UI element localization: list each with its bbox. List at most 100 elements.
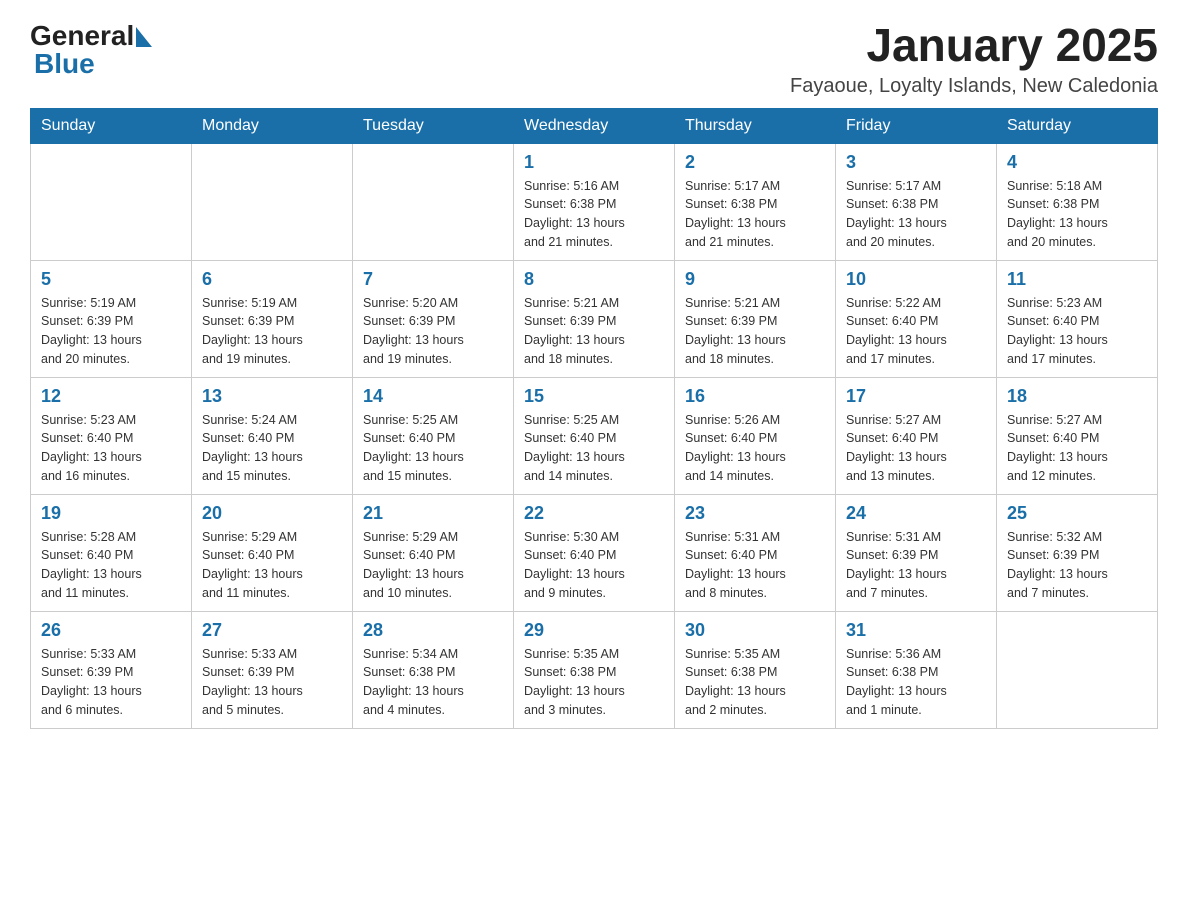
calendar-cell: 31 Sunrise: 5:36 AM Sunset: 6:38 PM Dayli… — [836, 611, 997, 728]
calendar-cell: 1 Sunrise: 5:16 AM Sunset: 6:38 PM Daylig… — [514, 143, 675, 260]
calendar-week-row: 12Sunrise: 5:23 AM Sunset: 6:40 PM Dayli… — [31, 377, 1158, 494]
calendar-cell: 8 Sunrise: 5:21 AM Sunset: 6:39 PM Daylig… — [514, 260, 675, 377]
day-info-text: Sunrise: 5:17 AM Sunset: 6:38 PM Dayligh… — [685, 177, 825, 252]
day-info-text: Sunrise: 5:31 AM Sunset: 6:40 PM Dayligh… — [685, 528, 825, 603]
logo: General Blue — [30, 20, 152, 80]
day-header-thursday: Thursday — [675, 108, 836, 143]
calendar-cell: 6Sunrise: 5:19 AM Sunset: 6:39 PM Daylig… — [192, 260, 353, 377]
calendar-table: SundayMondayTuesdayWednesdayThursdayFrid… — [30, 108, 1158, 729]
day-header-monday: Monday — [192, 108, 353, 143]
calendar-cell: 28Sunrise: 5:34 AM Sunset: 6:38 PM Dayli… — [353, 611, 514, 728]
day-header-wednesday: Wednesday — [514, 108, 675, 143]
day-header-tuesday: Tuesday — [353, 108, 514, 143]
day-number: 14 — [363, 386, 503, 407]
calendar-cell: 13Sunrise: 5:24 AM Sunset: 6:40 PM Dayli… — [192, 377, 353, 494]
month-year-title: January 2025 — [790, 20, 1158, 71]
title-block: January 2025 Fayaoue, Loyalty Islands, N… — [790, 20, 1158, 98]
calendar-cell: 21 Sunrise: 5:29 AM Sunset: 6:40 PM Dayli… — [353, 494, 514, 611]
calendar-week-row: 19 Sunrise: 5:28 AM Sunset: 6:40 PM Dayli… — [31, 494, 1158, 611]
location-subtitle: Fayaoue, Loyalty Islands, New Caledonia — [790, 75, 1158, 98]
day-number: 8 — [524, 269, 664, 290]
day-number: 29 — [524, 620, 664, 641]
calendar-cell: 30 Sunrise: 5:35 AM Sunset: 6:38 PM Dayli… — [675, 611, 836, 728]
calendar-cell: 4Sunrise: 5:18 AM Sunset: 6:38 PM Daylig… — [997, 143, 1158, 260]
day-number: 27 — [202, 620, 342, 641]
day-info-text: Sunrise: 5:27 AM Sunset: 6:40 PM Dayligh… — [1007, 411, 1147, 486]
day-info-text: Sunrise: 5:21 AM Sunset: 6:39 PM Dayligh… — [524, 294, 664, 369]
calendar-cell — [353, 143, 514, 260]
day-number: 10 — [846, 269, 986, 290]
day-number: 23 — [685, 503, 825, 524]
calendar-cell: 20 Sunrise: 5:29 AM Sunset: 6:40 PM Dayli… — [192, 494, 353, 611]
calendar-cell: 9 Sunrise: 5:21 AM Sunset: 6:39 PM Daylig… — [675, 260, 836, 377]
calendar-cell: 26 Sunrise: 5:33 AM Sunset: 6:39 PM Dayli… — [31, 611, 192, 728]
day-number: 17 — [846, 386, 986, 407]
day-info-text: Sunrise: 5:35 AM Sunset: 6:38 PM Dayligh… — [685, 645, 825, 720]
day-header-saturday: Saturday — [997, 108, 1158, 143]
day-number: 1 — [524, 152, 664, 173]
day-info-text: Sunrise: 5:26 AM Sunset: 6:40 PM Dayligh… — [685, 411, 825, 486]
calendar-cell: 17 Sunrise: 5:27 AM Sunset: 6:40 PM Dayli… — [836, 377, 997, 494]
calendar-cell: 7Sunrise: 5:20 AM Sunset: 6:39 PM Daylig… — [353, 260, 514, 377]
day-number: 4 — [1007, 152, 1147, 173]
calendar-cell: 11Sunrise: 5:23 AM Sunset: 6:40 PM Dayli… — [997, 260, 1158, 377]
logo-triangle-icon — [136, 27, 152, 47]
day-number: 9 — [685, 269, 825, 290]
calendar-cell: 25 Sunrise: 5:32 AM Sunset: 6:39 PM Dayli… — [997, 494, 1158, 611]
calendar-cell: 23 Sunrise: 5:31 AM Sunset: 6:40 PM Dayli… — [675, 494, 836, 611]
day-number: 31 — [846, 620, 986, 641]
day-number: 11 — [1007, 269, 1147, 290]
day-info-text: Sunrise: 5:29 AM Sunset: 6:40 PM Dayligh… — [202, 528, 342, 603]
day-info-text: Sunrise: 5:17 AM Sunset: 6:38 PM Dayligh… — [846, 177, 986, 252]
day-number: 21 — [363, 503, 503, 524]
day-number: 18 — [1007, 386, 1147, 407]
day-info-text: Sunrise: 5:35 AM Sunset: 6:38 PM Dayligh… — [524, 645, 664, 720]
calendar-header-row: SundayMondayTuesdayWednesdayThursdayFrid… — [31, 108, 1158, 143]
day-info-text: Sunrise: 5:36 AM Sunset: 6:38 PM Dayligh… — [846, 645, 986, 720]
day-number: 22 — [524, 503, 664, 524]
calendar-cell: 2 Sunrise: 5:17 AM Sunset: 6:38 PM Daylig… — [675, 143, 836, 260]
day-number: 12 — [41, 386, 181, 407]
calendar-cell: 29 Sunrise: 5:35 AM Sunset: 6:38 PM Dayli… — [514, 611, 675, 728]
day-number: 19 — [41, 503, 181, 524]
calendar-cell: 14Sunrise: 5:25 AM Sunset: 6:40 PM Dayli… — [353, 377, 514, 494]
calendar-cell: 18 Sunrise: 5:27 AM Sunset: 6:40 PM Dayli… — [997, 377, 1158, 494]
calendar-cell: 22 Sunrise: 5:30 AM Sunset: 6:40 PM Dayli… — [514, 494, 675, 611]
day-info-text: Sunrise: 5:27 AM Sunset: 6:40 PM Dayligh… — [846, 411, 986, 486]
day-info-text: Sunrise: 5:21 AM Sunset: 6:39 PM Dayligh… — [685, 294, 825, 369]
calendar-cell: 5Sunrise: 5:19 AM Sunset: 6:39 PM Daylig… — [31, 260, 192, 377]
page-header: General Blue January 2025 Fayaoue, Loyal… — [30, 20, 1158, 98]
day-info-text: Sunrise: 5:25 AM Sunset: 6:40 PM Dayligh… — [524, 411, 664, 486]
day-info-text: Sunrise: 5:33 AM Sunset: 6:39 PM Dayligh… — [41, 645, 181, 720]
calendar-cell — [192, 143, 353, 260]
day-number: 16 — [685, 386, 825, 407]
day-info-text: Sunrise: 5:33 AM Sunset: 6:39 PM Dayligh… — [202, 645, 342, 720]
day-number: 24 — [846, 503, 986, 524]
day-number: 3 — [846, 152, 986, 173]
calendar-cell — [997, 611, 1158, 728]
calendar-cell: 24Sunrise: 5:31 AM Sunset: 6:39 PM Dayli… — [836, 494, 997, 611]
calendar-cell: 16 Sunrise: 5:26 AM Sunset: 6:40 PM Dayli… — [675, 377, 836, 494]
day-info-text: Sunrise: 5:32 AM Sunset: 6:39 PM Dayligh… — [1007, 528, 1147, 603]
day-number: 13 — [202, 386, 342, 407]
day-info-text: Sunrise: 5:28 AM Sunset: 6:40 PM Dayligh… — [41, 528, 181, 603]
day-number: 2 — [685, 152, 825, 173]
calendar-week-row: 5Sunrise: 5:19 AM Sunset: 6:39 PM Daylig… — [31, 260, 1158, 377]
day-info-text: Sunrise: 5:29 AM Sunset: 6:40 PM Dayligh… — [363, 528, 503, 603]
day-info-text: Sunrise: 5:16 AM Sunset: 6:38 PM Dayligh… — [524, 177, 664, 252]
day-info-text: Sunrise: 5:30 AM Sunset: 6:40 PM Dayligh… — [524, 528, 664, 603]
day-header-friday: Friday — [836, 108, 997, 143]
calendar-cell: 10 Sunrise: 5:22 AM Sunset: 6:40 PM Dayli… — [836, 260, 997, 377]
day-info-text: Sunrise: 5:22 AM Sunset: 6:40 PM Dayligh… — [846, 294, 986, 369]
day-number: 26 — [41, 620, 181, 641]
calendar-cell: 15 Sunrise: 5:25 AM Sunset: 6:40 PM Dayli… — [514, 377, 675, 494]
day-header-sunday: Sunday — [31, 108, 192, 143]
day-number: 25 — [1007, 503, 1147, 524]
calendar-cell: 27 Sunrise: 5:33 AM Sunset: 6:39 PM Dayli… — [192, 611, 353, 728]
day-number: 20 — [202, 503, 342, 524]
day-number: 30 — [685, 620, 825, 641]
day-info-text: Sunrise: 5:19 AM Sunset: 6:39 PM Dayligh… — [202, 294, 342, 369]
day-number: 15 — [524, 386, 664, 407]
calendar-cell: 3 Sunrise: 5:17 AM Sunset: 6:38 PM Daylig… — [836, 143, 997, 260]
day-info-text: Sunrise: 5:20 AM Sunset: 6:39 PM Dayligh… — [363, 294, 503, 369]
